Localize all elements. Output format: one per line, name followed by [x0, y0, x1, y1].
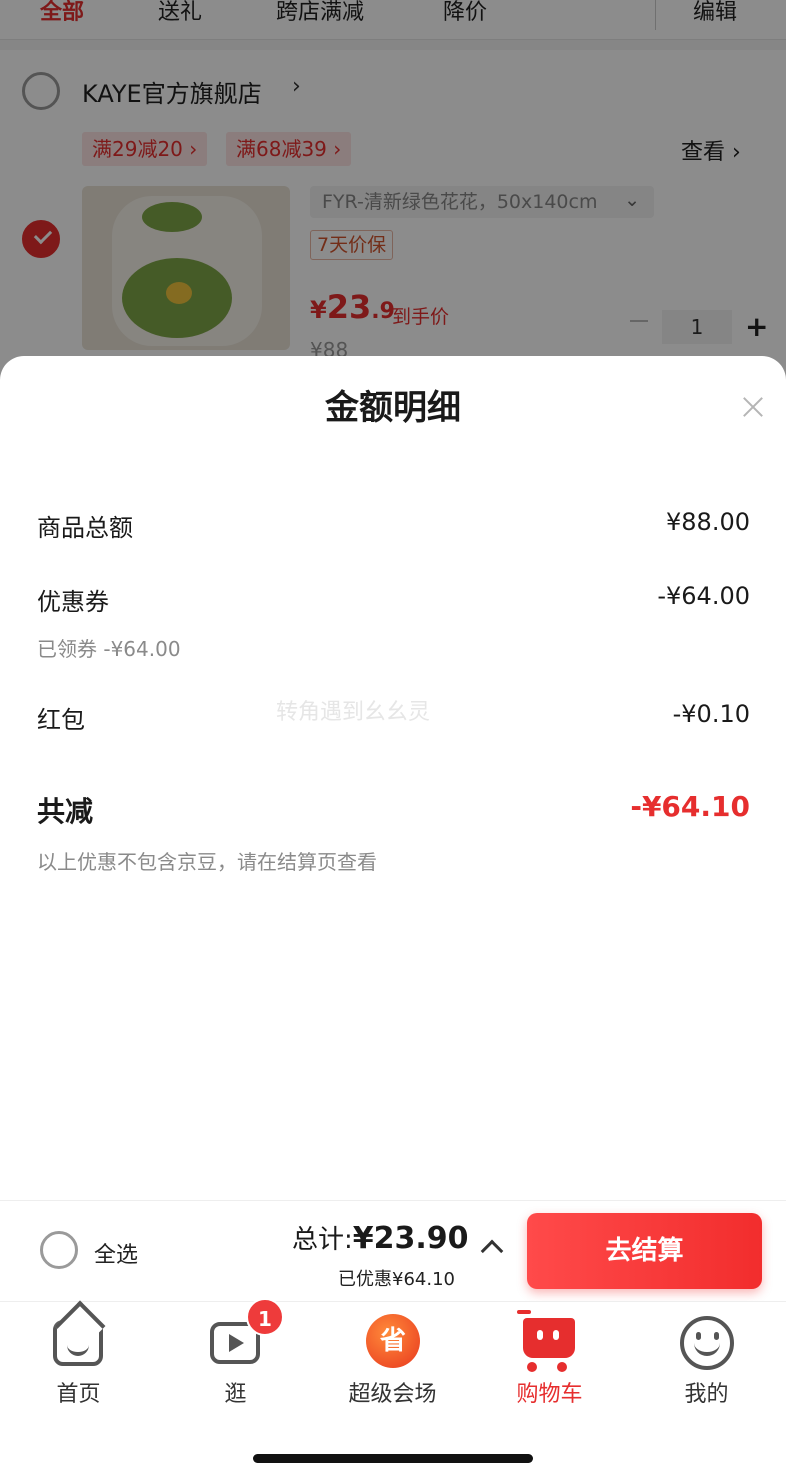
red-packet-value: -¥0.10	[672, 700, 750, 728]
total-amount: ¥23.90	[352, 1221, 469, 1256]
total-discount-label: 共减	[37, 795, 94, 828]
bottom-tab-bar: 首页 逛 1 省 超级会场 购物车 我的	[0, 1298, 786, 1480]
tab-label: 购物车	[516, 1382, 583, 1407]
coupon-detail: 已领券 -¥64.00	[37, 637, 181, 661]
tab-home[interactable]: 首页	[0, 1302, 157, 1412]
tab-label: 逛	[224, 1382, 247, 1407]
select-all-label[interactable]: 全选	[94, 1237, 138, 1269]
tab-me[interactable]: 我的	[628, 1302, 785, 1412]
tab-label: 超级会场	[348, 1382, 437, 1407]
tab-label: 首页	[56, 1382, 101, 1407]
select-all-radio[interactable]	[40, 1231, 78, 1269]
close-icon[interactable]	[740, 394, 766, 420]
sheet-title: 金额明细	[325, 388, 461, 428]
total-label: 总计:	[292, 1225, 353, 1255]
chevron-up-icon[interactable]	[480, 1239, 504, 1263]
cart-handle	[517, 1310, 531, 1314]
tab-cart[interactable]: 购物车	[471, 1302, 628, 1412]
goods-total-label: 商品总额	[37, 514, 133, 542]
saved-amount: 已优惠¥64.10	[338, 1269, 455, 1290]
cart-icon	[523, 1318, 575, 1372]
red-packet-label: 红包	[37, 706, 85, 734]
checkout-bar: 全选 总计:¥23.90 已优惠¥64.10 去结算	[0, 1200, 786, 1300]
coupon-value: -¥64.00	[657, 582, 750, 610]
coupon-label: 优惠券	[37, 588, 109, 616]
discount-note: 以上优惠不包含京豆，请在结算页查看	[37, 850, 377, 874]
total-discount-value: -¥64.10	[630, 790, 750, 823]
amount-detail-sheet: 金额明细 商品总额 ¥88.00 优惠券 -¥64.00 已领券 -¥64.00…	[0, 356, 786, 1200]
home-icon	[53, 1320, 103, 1366]
super-venue-icon: 省	[366, 1314, 420, 1368]
modal-backdrop[interactable]	[0, 0, 786, 380]
smile-icon	[680, 1316, 734, 1370]
tab-super-venue[interactable]: 省 超级会场	[314, 1302, 471, 1412]
tab-label: 我的	[684, 1382, 729, 1407]
tab-browse[interactable]: 逛	[157, 1302, 314, 1412]
notification-badge: 1	[246, 1298, 284, 1336]
checkout-button[interactable]: 去结算	[527, 1213, 762, 1289]
home-indicator	[253, 1454, 533, 1463]
watermark: 转角遇到幺幺灵	[276, 700, 431, 725]
goods-total-value: ¥88.00	[666, 508, 750, 536]
total-price: 总计:¥23.90	[292, 1219, 469, 1256]
